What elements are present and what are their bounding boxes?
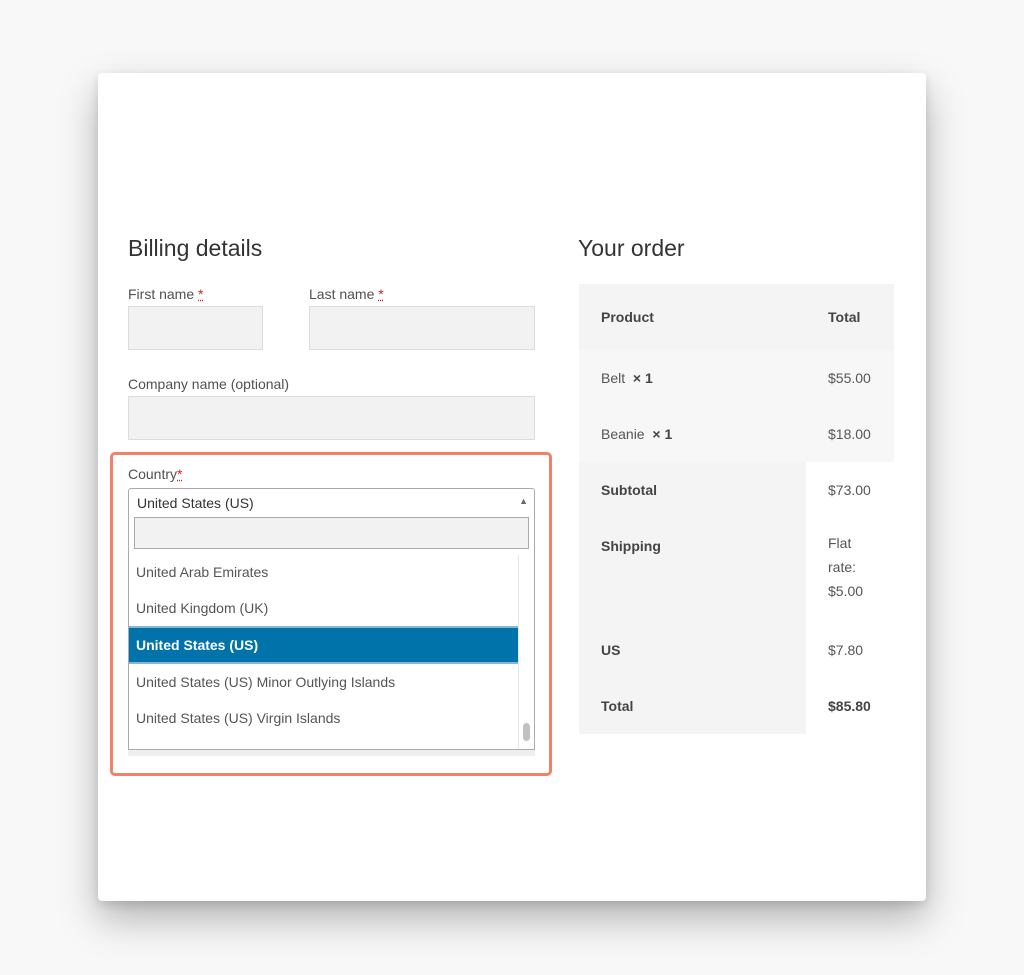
product-name: Belt <box>601 370 626 386</box>
table-row: Beanie × 1 $18.00 <box>579 406 894 462</box>
country-option[interactable]: United States (US) Minor Outlying Island… <box>129 664 519 700</box>
scrollbar-thumb[interactable] <box>523 723 530 741</box>
checkout-card: Billing details First name * Last name *… <box>98 73 926 901</box>
total-value: $85.80 <box>806 678 894 734</box>
first-name-label: First name * <box>128 286 204 302</box>
company-name-field[interactable] <box>128 396 535 440</box>
product-name: Beanie <box>601 426 645 442</box>
shipping-value: Flat rate: $5.00 <box>828 535 864 599</box>
country-label: Country* <box>128 466 183 482</box>
table-header-row: Product Total <box>579 284 894 350</box>
tax-label: US <box>579 622 806 678</box>
dropdown-scrollbar[interactable] <box>518 555 534 749</box>
total-label: Total <box>579 678 806 734</box>
field-below-dropdown <box>128 750 535 756</box>
tax-row: US $7.80 <box>579 622 894 678</box>
table-row: Belt × 1 $55.00 <box>579 350 894 406</box>
required-mark: * <box>378 286 384 302</box>
country-option[interactable]: United Arab Emirates <box>129 554 519 590</box>
subtotal-value: $73.00 <box>806 462 894 518</box>
last-name-label: Last name * <box>309 286 384 302</box>
shipping-row: Shipping Flat rate: $5.00 <box>579 518 894 622</box>
line-total: $18.00 <box>806 406 894 462</box>
total-column-header: Total <box>806 284 894 350</box>
country-select[interactable]: United States (US) ▲ <box>128 488 535 518</box>
product-column-header: Product <box>579 284 806 350</box>
last-name-field[interactable] <box>309 306 535 350</box>
subtotal-row: Subtotal $73.00 <box>579 462 894 518</box>
product-qty: × 1 <box>652 426 673 442</box>
shipping-value-cell: Flat rate: $5.00 <box>806 518 894 622</box>
caret-up-icon: ▲ <box>519 496 528 506</box>
order-summary-table: Product Total Belt × 1 $55.00 Beanie × 1… <box>579 284 894 734</box>
shipping-label: Shipping <box>579 518 806 622</box>
product-cell: Beanie × 1 <box>579 406 806 462</box>
country-options-list: United Arab Emirates United Kingdom (UK)… <box>129 554 519 749</box>
total-row: Total $85.80 <box>579 678 894 734</box>
country-option[interactable]: United States (US) Virgin Islands <box>129 700 519 736</box>
country-select-value: United States (US) <box>137 495 254 511</box>
country-dropdown: United Arab Emirates United Kingdom (UK)… <box>128 517 535 750</box>
product-qty: × 1 <box>632 370 653 386</box>
subtotal-label: Subtotal <box>579 462 806 518</box>
required-mark: * <box>198 286 204 302</box>
first-name-field[interactable] <box>128 306 263 350</box>
line-total: $55.00 <box>806 350 894 406</box>
required-mark: * <box>177 466 183 482</box>
company-name-label: Company name (optional) <box>128 376 290 392</box>
country-option[interactable]: United Kingdom (UK) <box>129 590 519 626</box>
tax-value: $7.80 <box>806 622 894 678</box>
country-option-selected[interactable]: United States (US) <box>129 626 519 664</box>
billing-details-title: Billing details <box>128 235 263 261</box>
country-option[interactable]: Ur <box>129 736 519 749</box>
product-cell: Belt × 1 <box>579 350 806 406</box>
your-order-title: Your order <box>578 235 685 261</box>
country-search-input[interactable] <box>134 517 529 549</box>
